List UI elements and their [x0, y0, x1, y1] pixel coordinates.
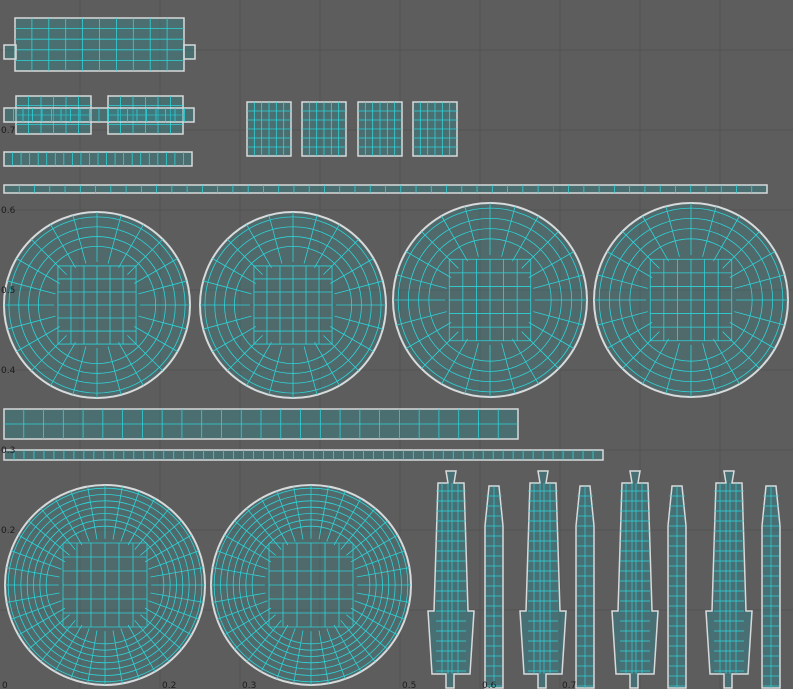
v-tick-label: 0.2 [1, 526, 15, 536]
small-panel-shell[interactable] [246, 101, 292, 157]
column-shell[interactable] [575, 485, 595, 689]
u-tick-label: 0 [2, 681, 8, 689]
long-rail-shell[interactable] [3, 184, 768, 194]
narrow-band-shell[interactable] [3, 449, 604, 461]
thin-rail-shell[interactable] [3, 151, 193, 167]
u-tick-label: 0.3 [242, 681, 256, 689]
disc-shell[interactable] [3, 211, 191, 399]
v-tick-label: 0.7 [1, 126, 15, 136]
top-beam-shell[interactable] [3, 44, 17, 60]
shell-outline [3, 44, 17, 60]
u-tick-label: 0.6 [482, 681, 497, 689]
column-shell[interactable] [667, 485, 687, 689]
small-panel-shell[interactable] [301, 101, 347, 157]
wide-band-shell[interactable] [3, 408, 519, 440]
shell-outline [183, 44, 196, 60]
disc-shell[interactable] [4, 484, 206, 686]
v-tick-label: 0.4 [1, 366, 16, 376]
uv-editor-viewport[interactable]: 0 0.2 0.3 0.5 0.6 0.7 0.7 0.6 0.5 0.4 0.3 0.2 [0, 0, 793, 689]
u-tick-label: 0.5 [402, 681, 416, 689]
u-tick-label: 0.2 [162, 681, 176, 689]
disc-shell[interactable] [210, 484, 412, 686]
disc-shell[interactable] [392, 202, 588, 398]
small-panel-shell[interactable] [357, 101, 403, 157]
u-tick-label: 0.7 [562, 681, 576, 689]
top-beam-shell[interactable] [14, 17, 185, 72]
v-tick-label: 0.6 [1, 206, 16, 216]
disc-shell[interactable] [593, 202, 789, 398]
top-beam-shell[interactable] [183, 44, 196, 60]
column-shell[interactable] [761, 485, 781, 689]
small-panel-shell[interactable] [412, 101, 458, 157]
v-tick-label: 0.3 [1, 446, 15, 456]
disc-shell[interactable] [199, 211, 387, 399]
double-beam-shell[interactable] [3, 107, 195, 123]
column-shell[interactable] [484, 485, 504, 689]
v-tick-label: 0.5 [1, 286, 15, 296]
